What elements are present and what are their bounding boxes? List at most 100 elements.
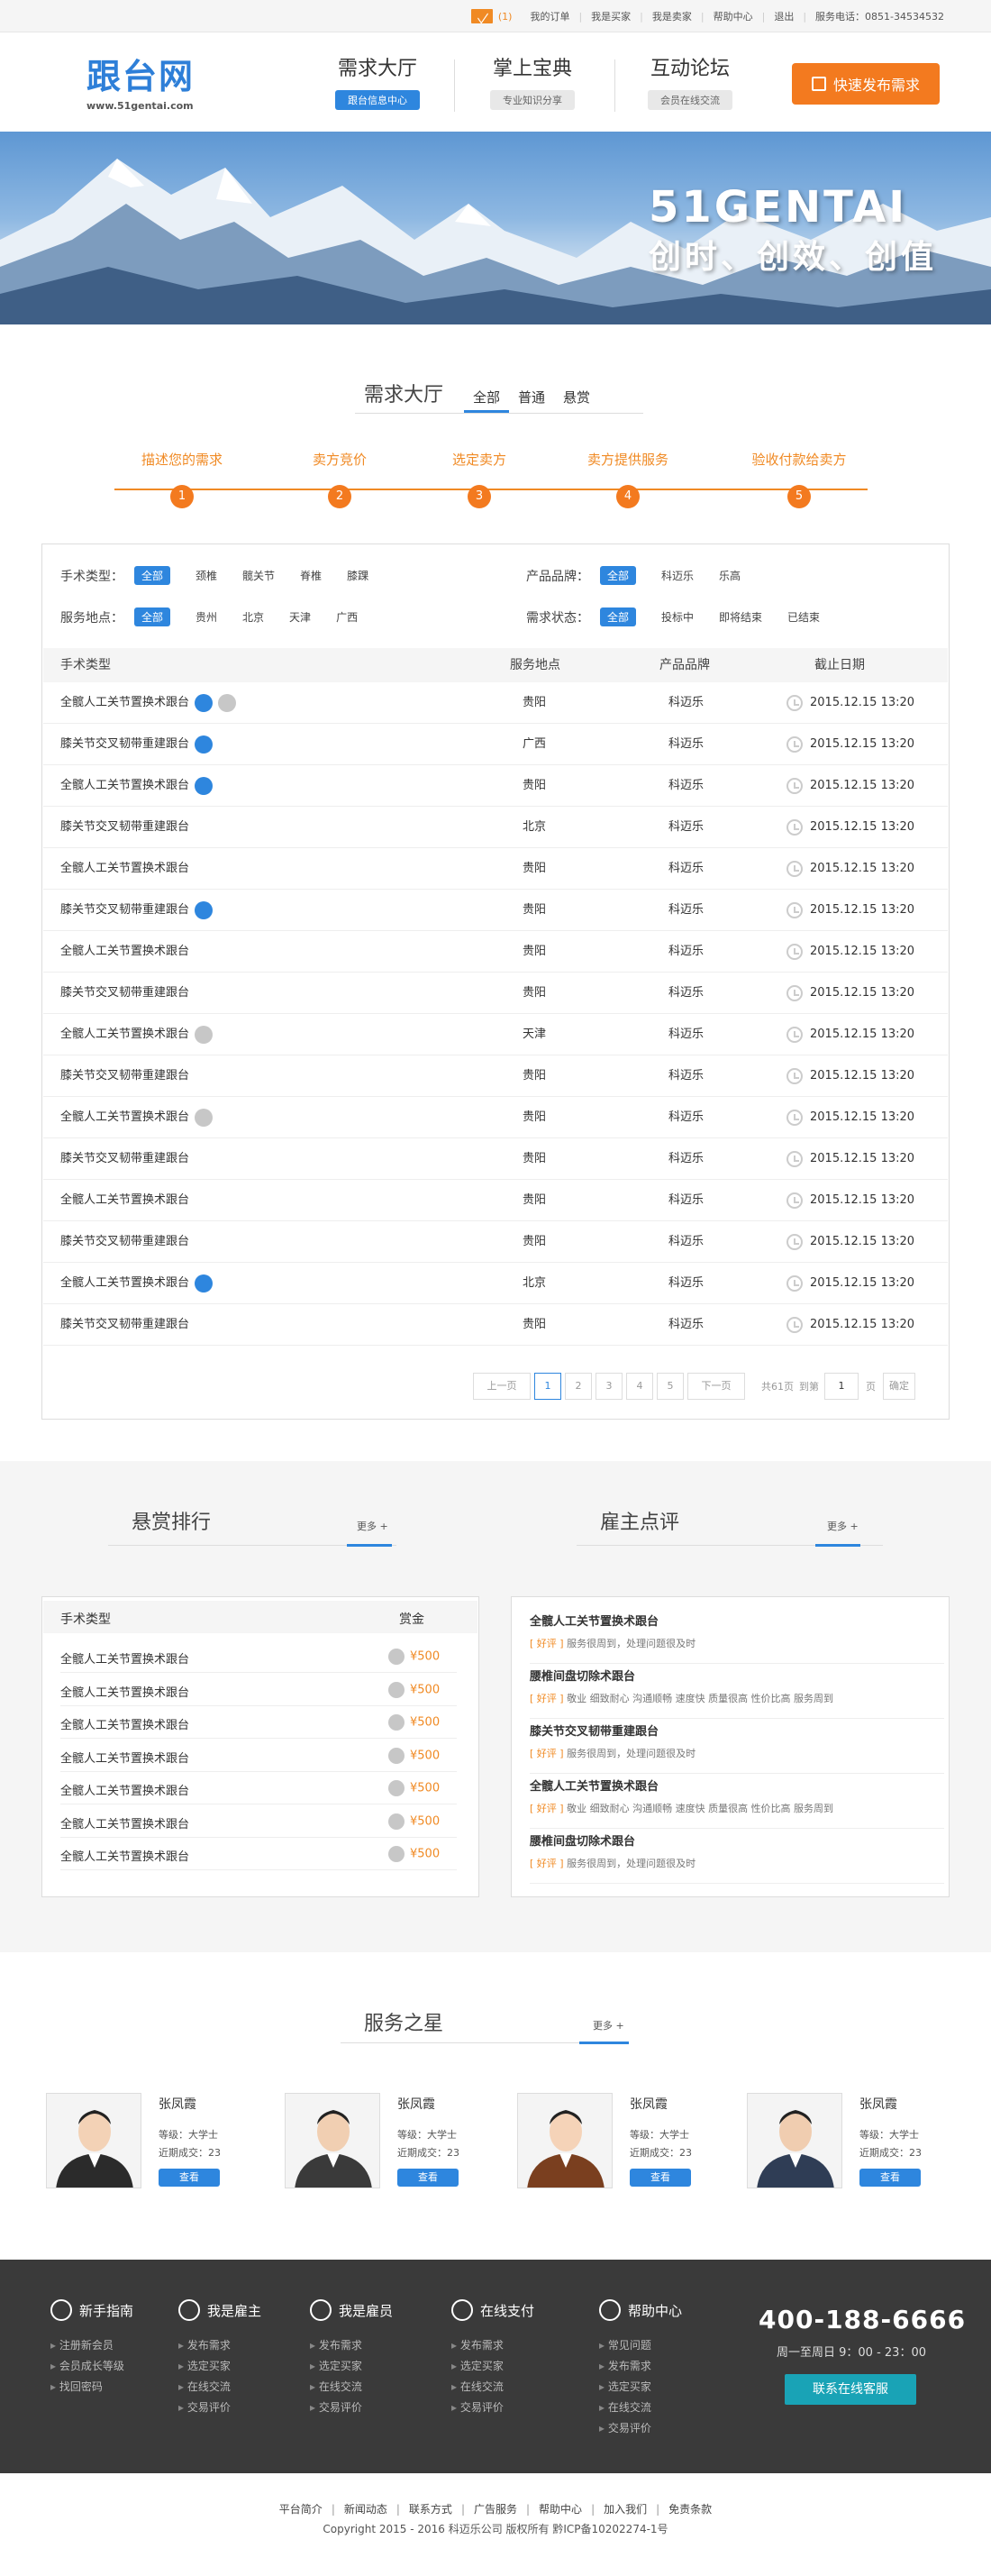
star-name[interactable]: 张凤霞	[859, 2095, 922, 2113]
mail-icon[interactable]	[470, 9, 493, 23]
next-page-button[interactable]: 下一页	[687, 1373, 745, 1400]
filter-option[interactable]: 乐高	[719, 568, 741, 583]
row-title[interactable]: 全髋人工关节置换术跟台	[60, 945, 189, 958]
tab-all[interactable]: 全部	[464, 384, 510, 413]
table-row[interactable]: 全髋人工关节置换术跟台 贵阳 科迈乐 2015.12.15 13:20	[43, 1097, 948, 1138]
star-name[interactable]: 张凤霞	[159, 2095, 221, 2113]
review-item[interactable]: 膝关节交叉韧带重建跟台 [ 好评 ] 服务很周到，处理问题很及时	[530, 1722, 944, 1774]
filter-option[interactable]: 科迈乐	[661, 568, 694, 583]
stars-more-link[interactable]: 更多 +	[593, 2018, 624, 2032]
row-title[interactable]: 全髋人工关节置换术跟台	[60, 862, 189, 875]
table-row[interactable]: 全髋人工关节置换术跟台 贵阳 科迈乐 2015.12.15 13:20	[43, 931, 948, 973]
footer-link[interactable]: 在线交流	[451, 2379, 534, 2399]
bottom-link[interactable]: 联系方式	[409, 2503, 452, 2516]
list-item[interactable]: 全髋人工关节置换术跟台 ¥500	[60, 1706, 457, 1739]
table-row[interactable]: 膝关节交叉韧带重建跟台 贵阳 科迈乐 2015.12.15 13:20	[43, 973, 948, 1014]
review-title[interactable]: 全髋人工关节置换术跟台	[530, 1612, 944, 1629]
footer-link[interactable]: 在线交流	[599, 2399, 682, 2420]
logout-link[interactable]: 退出	[774, 9, 794, 23]
table-row[interactable]: 全髋人工关节置换术跟台 北京 科迈乐 2015.12.15 13:20	[43, 1263, 948, 1304]
item-title[interactable]: 全髋人工关节置换术跟台	[60, 1715, 189, 1732]
star-name[interactable]: 张凤霞	[630, 2095, 692, 2113]
buyer-link[interactable]: 我是买家	[591, 9, 631, 23]
list-item[interactable]: 全髋人工关节置换术跟台 ¥500	[60, 1640, 457, 1673]
message-count[interactable]: (1)	[498, 11, 513, 23]
filter-option[interactable]: 脊椎	[300, 568, 322, 583]
online-service-button[interactable]: 联系在线客服	[785, 2374, 916, 2405]
footer-link[interactable]: 发布需求	[178, 2337, 261, 2358]
tab-reward[interactable]: 悬赏	[554, 384, 599, 413]
review-item[interactable]: 全髋人工关节置换术跟台 [ 好评 ] 服务很周到，处理问题很及时	[530, 1612, 944, 1664]
footer-link[interactable]: 在线交流	[178, 2379, 261, 2399]
row-title[interactable]: 膝关节交叉韧带重建跟台	[60, 903, 189, 917]
filter-option[interactable]: 贵州	[195, 609, 217, 625]
list-item[interactable]: 全髋人工关节置换术跟台 ¥500	[60, 1674, 457, 1706]
bottom-link[interactable]: 免责条款	[668, 2503, 712, 2516]
page-button[interactable]: 2	[565, 1373, 592, 1400]
footer-link[interactable]: 发布需求	[599, 2358, 682, 2379]
nav-forum[interactable]: 互动论坛 会员在线交流	[623, 52, 758, 110]
footer-link[interactable]: 交易评价	[178, 2399, 261, 2420]
footer-link[interactable]: 发布需求	[451, 2337, 534, 2358]
row-title[interactable]: 全髋人工关节置换术跟台	[60, 1193, 189, 1207]
avatar[interactable]	[747, 2093, 842, 2188]
page-button[interactable]: 4	[626, 1373, 653, 1400]
row-title[interactable]: 全髋人工关节置换术跟台	[60, 1110, 189, 1124]
filter-option[interactable]: 全部	[600, 607, 637, 626]
filter-option[interactable]: 已结束	[787, 609, 820, 625]
review-item[interactable]: 腰椎间盘切除术跟台 [ 好评 ] 敬业 细致耐心 沟通顺畅 速度快 质量很高 性…	[530, 1667, 944, 1719]
table-row[interactable]: 膝关节交叉韧带重建跟台 贵阳 科迈乐 2015.12.15 13:20	[43, 1304, 948, 1346]
star-name[interactable]: 张凤霞	[397, 2095, 459, 2113]
page-button[interactable]: 3	[596, 1373, 623, 1400]
row-title[interactable]: 膝关节交叉韧带重建跟台	[60, 1235, 189, 1248]
nav-demand-hall[interactable]: 需求大厅 跟台信息中心	[310, 52, 445, 110]
item-title[interactable]: 全髋人工关节置换术跟台	[60, 1781, 189, 1798]
filter-option[interactable]: 颈椎	[195, 568, 217, 583]
table-row[interactable]: 膝关节交叉韧带重建跟台 贵阳 科迈乐 2015.12.15 13:20	[43, 1138, 948, 1180]
filter-option[interactable]: 广西	[336, 609, 358, 625]
view-button[interactable]: 查看	[859, 2169, 921, 2187]
table-row[interactable]: 全髋人工关节置换术跟台 贵阳 科迈乐 2015.12.15 13:20	[43, 1180, 948, 1221]
review-title[interactable]: 腰椎间盘切除术跟台	[530, 1832, 944, 1849]
view-button[interactable]: 查看	[630, 2169, 691, 2187]
footer-link[interactable]: 发布需求	[310, 2337, 393, 2358]
table-row[interactable]: 膝关节交叉韧带重建跟台 北京 科迈乐 2015.12.15 13:20	[43, 807, 948, 848]
review-item[interactable]: 腰椎间盘切除术跟台 [ 好评 ] 服务很周到，处理问题很及时	[530, 1832, 944, 1884]
bottom-link[interactable]: 帮助中心	[539, 2503, 582, 2516]
bottom-link[interactable]: 加入我们	[604, 2503, 647, 2516]
avatar[interactable]	[46, 2093, 141, 2188]
my-orders-link[interactable]: 我的订单	[530, 9, 569, 23]
table-row[interactable]: 膝关节交叉韧带重建跟台 贵阳 科迈乐 2015.12.15 13:20	[43, 890, 948, 931]
quick-publish-button[interactable]: 快速发布需求	[792, 63, 940, 105]
row-title[interactable]: 膝关节交叉韧带重建跟台	[60, 986, 189, 1000]
list-item[interactable]: 全髋人工关节置换术跟台 ¥500	[60, 1772, 457, 1804]
footer-link[interactable]: 会员成长等级	[50, 2358, 133, 2379]
footer-link[interactable]: 选定买家	[451, 2358, 534, 2379]
review-title[interactable]: 膝关节交叉韧带重建跟台	[530, 1722, 944, 1739]
row-title[interactable]: 全髋人工关节置换术跟台	[60, 779, 189, 792]
table-row[interactable]: 膝关节交叉韧带重建跟台 贵阳 科迈乐 2015.12.15 13:20	[43, 1221, 948, 1263]
filter-option[interactable]: 全部	[600, 566, 637, 585]
table-row[interactable]: 全髋人工关节置换术跟台 贵阳 科迈乐 2015.12.15 13:20	[43, 682, 948, 724]
row-title[interactable]: 膝关节交叉韧带重建跟台	[60, 1318, 189, 1331]
item-title[interactable]: 全髋人工关节置换术跟台	[60, 1814, 189, 1832]
list-item[interactable]: 全髋人工关节置换术跟台 ¥500	[60, 1838, 457, 1870]
reviews-more-link[interactable]: 更多 +	[827, 1519, 859, 1533]
review-title[interactable]: 全髋人工关节置换术跟台	[530, 1777, 944, 1794]
filter-option[interactable]: 北京	[242, 609, 264, 625]
item-title[interactable]: 全髋人工关节置换术跟台	[60, 1683, 189, 1700]
row-title[interactable]: 膝关节交叉韧带重建跟台	[60, 1152, 189, 1165]
footer-link[interactable]: 注册新会员	[50, 2337, 133, 2358]
item-title[interactable]: 全髋人工关节置换术跟台	[60, 1847, 189, 1864]
table-row[interactable]: 膝关节交叉韧带重建跟台 贵阳 科迈乐 2015.12.15 13:20	[43, 1055, 948, 1097]
list-item[interactable]: 全髋人工关节置换术跟台 ¥500	[60, 1805, 457, 1838]
view-button[interactable]: 查看	[159, 2169, 220, 2187]
footer-link[interactable]: 选定买家	[599, 2379, 682, 2399]
ranking-more-link[interactable]: 更多 +	[357, 1519, 388, 1533]
list-item[interactable]: 全髋人工关节置换术跟台 ¥500	[60, 1740, 457, 1772]
page-button[interactable]: 5	[657, 1373, 684, 1400]
footer-link[interactable]: 选定买家	[310, 2358, 393, 2379]
row-title[interactable]: 膝关节交叉韧带重建跟台	[60, 1069, 189, 1082]
view-button[interactable]: 查看	[397, 2169, 459, 2187]
table-row[interactable]: 全髋人工关节置换术跟台 贵阳 科迈乐 2015.12.15 13:20	[43, 848, 948, 890]
